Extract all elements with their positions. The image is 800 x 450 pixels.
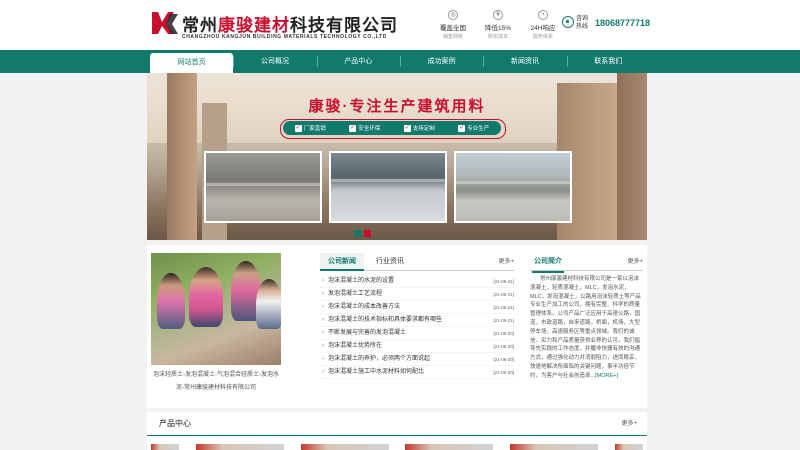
check-icon: ✓ xyxy=(403,124,411,132)
about-header: 公司简介 更多+ xyxy=(530,253,643,273)
banner-photo-site xyxy=(329,151,447,223)
slider-dots xyxy=(354,230,374,238)
product-more-link[interactable]: 更多+ xyxy=(621,412,637,436)
banner-tag: ✓ 厂家直销 xyxy=(294,124,326,132)
feature-cost: ¥ 降低15% 购买成本 xyxy=(478,10,518,40)
hotline-number[interactable]: 18068777718 xyxy=(595,18,650,28)
product-thumb[interactable] xyxy=(510,444,599,450)
yen-icon: ¥ xyxy=(493,10,503,20)
phone-icon xyxy=(562,16,574,28)
photo-figure xyxy=(189,267,223,327)
check-icon: ✓ xyxy=(294,124,302,132)
nav-cases[interactable]: 成功案例 xyxy=(399,50,483,73)
company-logo[interactable]: 常州康骏建材科技有限公司 CHANGZHOU KANGJUN BUILDING … xyxy=(150,10,397,42)
product-thumb[interactable] xyxy=(614,444,643,450)
product-thumbs xyxy=(147,444,647,450)
news-item[interactable]: 泡沫混凝土的养护，必须两个方面说起[21-06-20] xyxy=(320,353,514,366)
photo-detail xyxy=(206,183,320,186)
product-thumb[interactable] xyxy=(405,444,494,450)
news-photo-caption[interactable]: 泡沫轻质土-发泡混凝土-气泡混合轻质土-发泡水泥-常州康骏建材科技有限公司 xyxy=(151,369,281,395)
news-panel: 公司新闻 行业资讯 更多+ 泡沫混凝土的水泥的设置[21-06-21] 发泡混凝… xyxy=(320,253,514,403)
logo-mark-icon xyxy=(152,12,178,34)
slider-dot-1[interactable] xyxy=(354,230,361,237)
photo-figure xyxy=(157,273,185,329)
banner-tags: ✓ 厂家直销 ✓ 安全环保 ✓ 支持定制 ✓ 专业生产 xyxy=(280,119,506,139)
news-more-link[interactable]: 更多+ xyxy=(498,253,514,271)
feature-subtitle: 购买成本 xyxy=(487,34,508,40)
product-title: 产品中心 xyxy=(159,419,191,428)
about-more-link[interactable]: 更多+ xyxy=(627,253,643,271)
hotline-label: 咨询热线 xyxy=(576,16,589,30)
product-thumb[interactable] xyxy=(195,444,284,450)
check-icon: ✓ xyxy=(349,124,357,132)
hero-banner[interactable]: 康骏·专注生产建筑用料 ✓ 厂家直销 ✓ 安全环保 ✓ 支持定制 ✓ 专业生产 xyxy=(147,73,647,240)
feature-title: 降低15% xyxy=(484,25,511,32)
check-icon: ✓ xyxy=(458,124,466,132)
hotline[interactable]: 咨询热线 18068777718 xyxy=(562,14,652,36)
product-center: 产品中心 更多+ xyxy=(147,412,647,450)
content-section: 泡沫轻质土-发泡混凝土-气泡混合轻质土-发泡水泥-常州康骏建材科技有限公司 公司… xyxy=(147,245,647,408)
news-item[interactable]: 泡沫混凝土优势所在[21-06-20] xyxy=(320,340,514,353)
photo-detail xyxy=(456,181,570,184)
photo-figure xyxy=(256,279,281,329)
feature-coverage: ◎ 覆盖全国 销售网络 xyxy=(433,10,473,40)
news-item[interactable]: 泡沫混凝土的成本改善方法[21-06-21] xyxy=(320,301,514,314)
feature-badges: ◎ 覆盖全国 销售网络 ¥ 降低15% 购买成本 ◔ 24H响应 服务体系 xyxy=(433,10,563,40)
feature-service: ◔ 24H响应 服务体系 xyxy=(523,10,563,40)
banner-title: 康骏·专注生产建筑用料 xyxy=(308,98,486,115)
news-item[interactable]: 泡沫混凝土的技术指标和具体要求都有哪些[21-06-21] xyxy=(320,314,514,327)
news-tabs: 公司新闻 行业资讯 更多+ xyxy=(320,253,514,271)
news-item[interactable]: 泡沫混凝土的水泥的设置[21-06-21] xyxy=(320,275,514,288)
banner-tag: ✓ 支持定制 xyxy=(403,124,435,132)
news-photo[interactable] xyxy=(151,253,281,365)
about-readmore-link[interactable]: [MORE+] xyxy=(595,373,618,379)
news-list: 泡沫混凝土的水泥的设置[21-06-21] 发泡混凝土工艺流程[21-06-21… xyxy=(320,275,514,379)
nav-products[interactable]: 产品中心 xyxy=(316,50,400,73)
banner-photos xyxy=(204,151,572,223)
feature-subtitle: 销售网络 xyxy=(442,34,463,40)
tab-industry-news[interactable]: 行业资讯 xyxy=(370,253,410,271)
about-text: 常州康骏建材科技有限公司是一家以泡沫混凝土，轻质混凝土，MLC，发泡水泥，MLC… xyxy=(530,276,641,379)
nav-home[interactable]: 网站首页 xyxy=(150,53,234,73)
banner-tag: ✓ 专业生产 xyxy=(458,124,490,132)
product-thumb[interactable] xyxy=(151,444,179,450)
tab-company-news[interactable]: 公司新闻 xyxy=(320,253,364,271)
slider-dot-2[interactable] xyxy=(364,230,371,237)
news-item[interactable]: 发泡混凝土工艺流程[21-06-21] xyxy=(320,288,514,301)
feature-subtitle: 服务体系 xyxy=(532,34,553,40)
about-panel: 公司简介 更多+ 常州康骏建材科技有限公司是一家以泡沫混凝土，轻质混凝土，MLC… xyxy=(530,253,643,403)
banner-photo-road xyxy=(454,151,572,223)
photo-detail xyxy=(331,179,445,182)
product-header: 产品中心 更多+ xyxy=(147,412,647,436)
main-nav: 网站首页 公司概况 产品中心 成功案例 新闻资讯 联系我们 xyxy=(0,50,800,73)
news-item[interactable]: 不断发展与完善的发泡混凝土[21-06-20] xyxy=(320,327,514,340)
nav-contact[interactable]: 联系我们 xyxy=(566,50,650,73)
product-thumb[interactable] xyxy=(300,444,389,450)
about-title: 公司简介 xyxy=(532,253,564,273)
banner-photo-factory xyxy=(204,151,322,223)
feature-title: 24H响应 xyxy=(530,25,556,32)
globe-icon: ◎ xyxy=(448,10,458,20)
feature-title: 覆盖全国 xyxy=(440,25,466,32)
news-item[interactable]: 泡沫混凝土施工中水泥材料如何配比[21-06-20] xyxy=(320,366,514,379)
nav-news[interactable]: 新闻资讯 xyxy=(483,50,566,73)
banner-tag: ✓ 安全环保 xyxy=(349,124,381,132)
company-name-en: CHANGZHOU KANGJUN BUILDING MATERIALS TEC… xyxy=(182,34,387,40)
nav-about[interactable]: 公司概况 xyxy=(233,50,316,73)
site-header: 常州康骏建材科技有限公司 CHANGZHOU KANGJUN BUILDING … xyxy=(0,0,800,50)
company-name: 常州康骏建材科技有限公司 xyxy=(182,16,398,35)
clock-icon: ◔ xyxy=(538,10,548,20)
